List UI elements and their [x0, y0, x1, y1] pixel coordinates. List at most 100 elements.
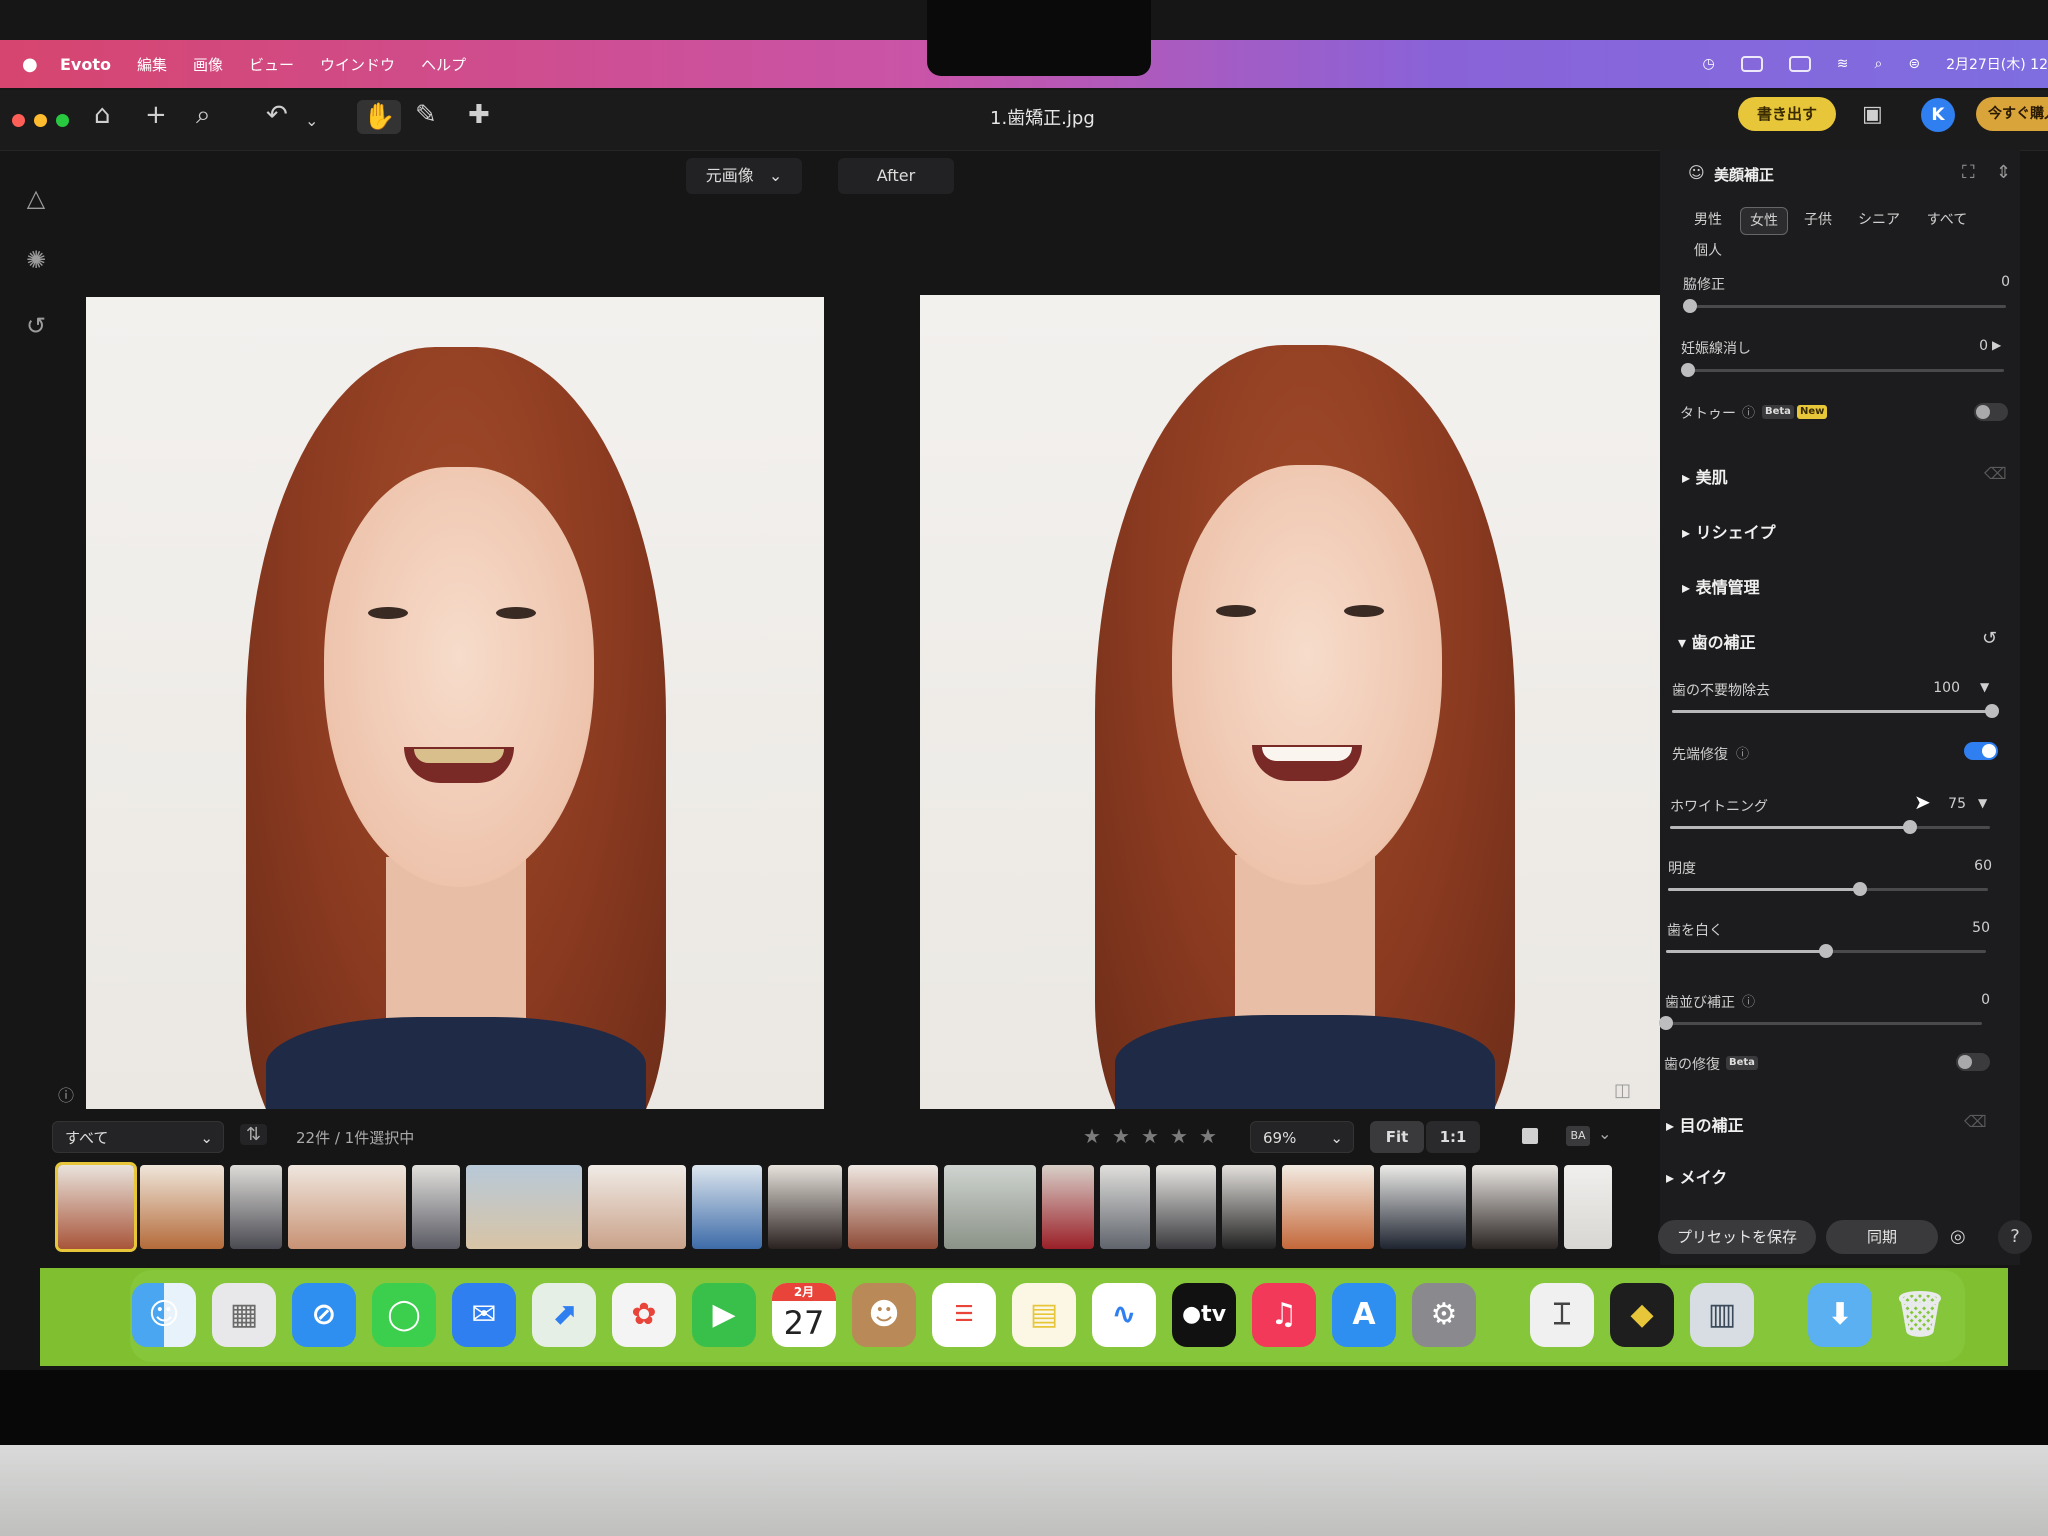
thumbnail[interactable] — [692, 1165, 762, 1249]
reminders-icon[interactable]: ☰ — [932, 1283, 996, 1347]
system-settings-icon[interactable]: ⚙ — [1412, 1283, 1476, 1347]
panel-toggle-icon[interactable]: ▣ — [1862, 100, 1883, 130]
add-icon[interactable]: + — [145, 100, 167, 130]
thumbnail[interactable] — [1222, 1165, 1276, 1249]
thumbnail[interactable] — [412, 1165, 460, 1249]
upgrade-button[interactable]: 今すぐ購入 — [1976, 97, 2048, 131]
whitening-slider[interactable] — [1670, 820, 1990, 834]
section-expression[interactable]: ▸ 表情管理 — [1682, 574, 1760, 598]
calendar-icon[interactable]: 2月 27 — [772, 1283, 836, 1347]
thumbnail[interactable] — [768, 1165, 842, 1249]
slider-knob[interactable] — [1853, 882, 1867, 896]
sync-settings-icon[interactable]: ◎ — [1950, 1226, 1966, 1247]
rating-star-icon[interactable]: ★ — [1112, 1124, 1130, 1148]
hand-tool-icon[interactable]: ✋ — [357, 100, 402, 134]
save-preset-button[interactable]: プリセットを保存 — [1658, 1220, 1816, 1254]
undo-icon[interactable]: ↶ — [266, 100, 288, 130]
thumbnail[interactable] — [1156, 1165, 1216, 1249]
section-reshape[interactable]: ▸ リシェイプ — [1682, 519, 1776, 543]
menu-edit[interactable]: 編集 — [137, 54, 167, 75]
rating-star-icon[interactable]: ★ — [1199, 1124, 1217, 1148]
home-icon[interactable]: ⌂ — [94, 100, 111, 130]
preset-tool-icon[interactable]: ✺ — [20, 246, 52, 278]
sync-button[interactable]: 同期 — [1826, 1220, 1938, 1254]
trash-icon[interactable]: 🗑 — [1888, 1283, 1952, 1347]
avatar[interactable]: K — [1921, 98, 1955, 132]
dropdown-arrow-icon[interactable]: ▼ — [1978, 796, 1987, 810]
undo-history-chevron-icon[interactable]: ⌄ — [305, 106, 318, 136]
section-makeup[interactable]: ▸ メイク — [1666, 1164, 1727, 1188]
spotlight-icon[interactable]: ⌕ — [1875, 56, 1883, 72]
maps-icon[interactable]: ⬈ — [532, 1283, 596, 1347]
help-button[interactable]: ? — [1998, 1220, 2032, 1254]
slider-knob[interactable] — [1819, 944, 1833, 958]
section-eyes[interactable]: ▸ 目の補正 — [1666, 1112, 1744, 1136]
single-view-icon[interactable] — [1522, 1128, 1538, 1144]
compare-icon[interactable]: ◫ — [1614, 1080, 1631, 1101]
before-image[interactable] — [86, 297, 824, 1109]
thumbnail[interactable] — [848, 1165, 938, 1249]
slider-knob[interactable] — [1683, 299, 1697, 313]
zoom-dropdown[interactable]: 69% ⌄ — [1250, 1121, 1354, 1153]
thumbnail[interactable] — [1564, 1165, 1612, 1249]
history-icon[interactable]: ↺ — [20, 312, 52, 344]
expand-right-icon[interactable]: ▶ — [1992, 338, 2001, 352]
tab-female[interactable]: 女性 — [1740, 207, 1788, 235]
clock-icon[interactable]: ◷ — [1703, 56, 1715, 72]
thumbnail[interactable] — [1100, 1165, 1150, 1249]
thumbnail[interactable] — [1380, 1165, 1466, 1249]
help-icon[interactable]: ⓘ — [1736, 743, 1749, 762]
app-store-icon[interactable]: A — [1332, 1283, 1396, 1347]
tip-repair-toggle[interactable] — [1964, 742, 1998, 760]
facetime-icon[interactable]: ▶ — [692, 1283, 756, 1347]
menu-view[interactable]: ビュー — [249, 54, 294, 75]
help-icon[interactable]: ⓘ — [1742, 991, 1755, 1010]
slider-knob[interactable] — [1985, 704, 1999, 718]
brightness-slider[interactable] — [1668, 882, 1988, 896]
stain-removal-slider[interactable] — [1672, 704, 1999, 718]
music-icon[interactable]: ♫ — [1252, 1283, 1316, 1347]
thumbnail[interactable] — [55, 1162, 137, 1252]
battery-icon[interactable] — [1788, 56, 1811, 72]
input-method-icon[interactable] — [1740, 56, 1763, 72]
control-center-icon[interactable]: ⊜ — [1908, 56, 1920, 72]
mail-icon[interactable]: ✉ — [452, 1283, 516, 1347]
launchpad-icon[interactable]: ▦ — [212, 1283, 276, 1347]
face-detect-icon[interactable]: ⛶ — [1962, 162, 1975, 183]
menu-window[interactable]: ウインドウ — [320, 54, 395, 75]
eraser-icon[interactable]: ⌫ — [1984, 464, 2007, 483]
brush-tool-icon[interactable]: ✎ — [415, 100, 437, 130]
tab-male[interactable]: 男性 — [1686, 207, 1730, 233]
tab-child[interactable]: 子供 — [1796, 207, 1840, 233]
expand-icon[interactable]: ⇕ — [1996, 162, 2011, 183]
stretchmark-slider[interactable] — [1681, 363, 2004, 377]
thumbnail[interactable] — [1472, 1165, 1558, 1249]
tab-personal[interactable]: 個人 — [1686, 238, 1730, 264]
reset-icon[interactable]: ↺ — [1982, 628, 1997, 649]
before-view-dropdown[interactable]: 元画像 ⌄ — [686, 158, 802, 194]
notes-icon[interactable]: ▤ — [1012, 1283, 1076, 1347]
slider-knob[interactable] — [1659, 1016, 1673, 1030]
wifi-icon[interactable]: ≋ — [1837, 56, 1849, 72]
finder-icon[interactable]: ☺ — [132, 1283, 196, 1347]
evoto-app-icon[interactable]: ◆ — [1610, 1283, 1674, 1347]
contacts-icon[interactable]: ☻ — [852, 1283, 916, 1347]
rating-star-icon[interactable]: ★ — [1083, 1124, 1101, 1148]
filter-dropdown[interactable]: すべて ⌄ — [52, 1121, 224, 1153]
zoom-window-button[interactable] — [56, 114, 69, 127]
app-menu[interactable]: Evoto — [60, 55, 111, 74]
apple-menu-icon[interactable]: ● — [22, 54, 42, 75]
slider-knob[interactable] — [1681, 363, 1695, 377]
chevron-down-icon[interactable]: ⌄ — [1598, 1124, 1611, 1143]
menu-help[interactable]: ヘルプ — [421, 54, 466, 75]
thumbnail[interactable] — [466, 1165, 582, 1249]
after-image[interactable] — [920, 295, 1662, 1109]
tab-all[interactable]: すべて — [1918, 207, 1976, 233]
armpit-slider[interactable] — [1683, 299, 2006, 313]
thumbnail[interactable] — [1042, 1165, 1094, 1249]
thumbnail[interactable] — [588, 1165, 686, 1249]
search-icon[interactable]: ⌕ — [196, 100, 211, 130]
slider-knob[interactable] — [1903, 820, 1917, 834]
rating-star-icon[interactable]: ★ — [1141, 1124, 1159, 1148]
preview-app-icon[interactable]: ▥ — [1690, 1283, 1754, 1347]
